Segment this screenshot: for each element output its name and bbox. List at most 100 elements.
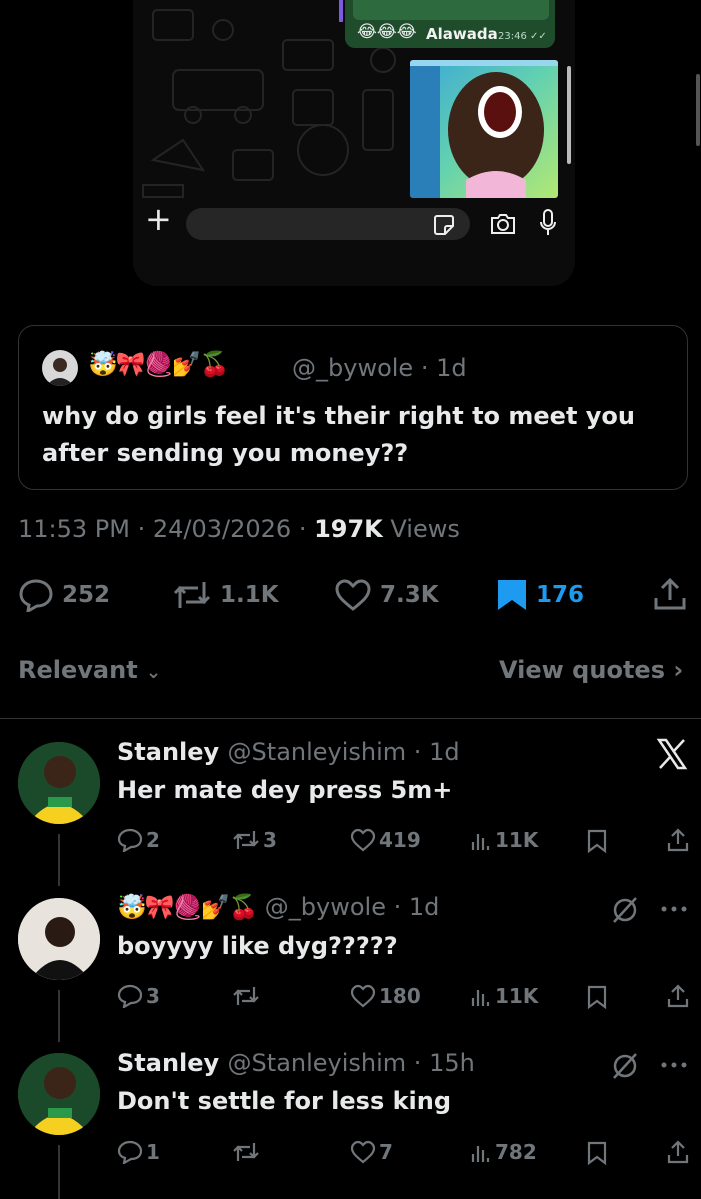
reply-author: Stanley @Stanleyishim · 15h	[117, 1049, 475, 1077]
views-button[interactable]: 782	[470, 1140, 537, 1164]
reply-count: 252	[62, 582, 111, 608]
like-button[interactable]: 419	[350, 828, 421, 852]
repost-button[interactable]	[232, 1140, 263, 1164]
author-name: 🤯🎀🧶💅🍒	[117, 893, 258, 921]
repost-count: 3	[263, 828, 277, 852]
grok-icon[interactable]	[610, 895, 640, 925]
author-name: Stanley	[117, 738, 220, 766]
chat-emojis: 😂😂😂	[357, 22, 417, 42]
reply-button[interactable]: 252	[18, 578, 110, 612]
avatar[interactable]	[18, 742, 100, 824]
share-icon[interactable]	[666, 1140, 690, 1164]
bookmark-button[interactable]: 176	[496, 578, 584, 612]
chat-message-input[interactable]	[186, 208, 470, 240]
like-count: 7.3K	[380, 582, 439, 608]
analytics-icon	[471, 1146, 490, 1162]
views-count: 11K	[495, 828, 539, 852]
view-quotes-label: View quotes	[499, 656, 665, 684]
like-button[interactable]: 7.3K	[334, 578, 439, 612]
reply-count: 2	[146, 828, 160, 852]
bookmark-icon	[498, 580, 526, 610]
views-button[interactable]: 11K	[470, 828, 538, 852]
thread-line	[58, 834, 60, 886]
sort-dropdown[interactable]: Relevant ⌄	[18, 656, 161, 684]
heart-icon	[350, 828, 376, 852]
reply-count: 1	[146, 1140, 160, 1164]
reply-count: 3	[146, 984, 160, 1008]
analytics-icon	[471, 834, 490, 850]
divider	[0, 718, 701, 719]
reply-button[interactable]: 2	[117, 828, 160, 852]
author-handle: @_bywole · 1d	[264, 893, 440, 921]
bookmark-count: 176	[536, 582, 585, 608]
quote-author-name: 🤯🎀🧶💅🍒	[88, 350, 229, 378]
thread-line	[58, 990, 60, 1042]
author-handle: @Stanleyishim · 1d	[227, 738, 460, 766]
repost-button[interactable]: 3	[232, 828, 277, 852]
chevron-down-icon: ⌄	[146, 662, 162, 683]
like-count: 419	[379, 828, 421, 852]
chat-message-text: Alawada	[426, 25, 498, 43]
more-options-icon[interactable]	[660, 1060, 688, 1070]
reply-text: boyyyy like dyg?????	[117, 932, 398, 960]
reply-icon	[117, 1140, 143, 1164]
repost-count: 1.1K	[220, 582, 279, 608]
avatar[interactable]	[18, 898, 100, 980]
x-logo-icon	[656, 738, 688, 770]
reply-author: 🤯🎀🧶💅🍒 @_bywole · 1d	[117, 893, 439, 921]
camera-icon[interactable]	[489, 212, 517, 236]
share-icon[interactable]	[666, 828, 690, 852]
like-button[interactable]: 7	[350, 1140, 393, 1164]
reply-button[interactable]: 1	[117, 1140, 160, 1164]
avatar[interactable]	[42, 350, 78, 386]
like-button[interactable]: 180	[350, 984, 421, 1008]
quote-text: why do girls feel it's their right to me…	[42, 402, 635, 467]
chat-scrollbar[interactable]	[567, 66, 571, 164]
views-button[interactable]: 11K	[470, 984, 538, 1008]
quote-author-handle: @_bywole · 1d	[292, 354, 467, 382]
attach-plus-icon[interactable]: +	[145, 203, 172, 235]
post-meta: 11:53 PM · 24/03/2026 · 197K Views	[18, 515, 460, 543]
bookmark-icon[interactable]	[586, 985, 608, 1009]
thread-line	[58, 1145, 60, 1199]
avatar[interactable]	[18, 1053, 100, 1135]
repost-icon	[233, 831, 259, 849]
views-count: 197K	[314, 515, 383, 543]
reply-button[interactable]: 3	[117, 984, 160, 1008]
heart-icon	[335, 579, 371, 611]
share-icon[interactable]	[666, 984, 690, 1008]
repost-icon	[233, 987, 259, 1005]
repost-button[interactable]	[232, 984, 263, 1008]
reply-icon	[19, 579, 53, 612]
sort-label: Relevant	[18, 656, 138, 684]
reply-author: Stanley @Stanleyishim · 1d	[117, 738, 460, 766]
bookmark-icon[interactable]	[586, 829, 608, 853]
like-count: 180	[379, 984, 421, 1008]
repost-icon	[173, 582, 211, 608]
view-quotes-link[interactable]: View quotes ›	[499, 656, 683, 684]
share-icon[interactable]	[652, 576, 688, 612]
reply-text: Don't settle for less king	[117, 1087, 452, 1115]
more-options-icon[interactable]	[660, 904, 688, 914]
repost-icon	[233, 1143, 259, 1161]
quoted-reply-bar	[339, 0, 343, 22]
views-label: Views	[382, 515, 460, 543]
like-count: 7	[379, 1140, 393, 1164]
page-scrollbar[interactable]	[696, 74, 700, 146]
repost-button[interactable]: 1.1K	[172, 578, 279, 612]
views-count: 11K	[495, 984, 539, 1008]
bookmark-icon[interactable]	[586, 1141, 608, 1165]
analytics-icon	[471, 990, 490, 1006]
grok-icon[interactable]	[610, 1051, 640, 1081]
chat-image[interactable]	[410, 60, 558, 198]
author-handle: @Stanleyishim · 15h	[227, 1049, 475, 1077]
chevron-right-icon: ›	[673, 656, 684, 684]
microphone-icon[interactable]	[538, 208, 558, 238]
chat-timestamp: 23:46 ✓✓	[498, 31, 547, 42]
views-count: 782	[495, 1140, 537, 1164]
heart-icon	[350, 1140, 376, 1164]
reply-text: Her mate dey press 5m+	[117, 776, 453, 804]
sticker-icon[interactable]	[433, 214, 455, 236]
post-timestamp: 11:53 PM · 24/03/2026 ·	[18, 515, 315, 543]
author-name: Stanley	[117, 1049, 220, 1077]
